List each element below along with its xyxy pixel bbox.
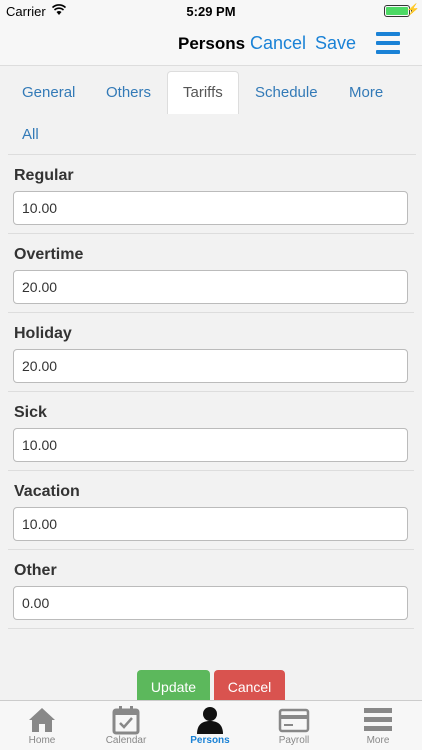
page-title: Persons xyxy=(178,34,246,53)
update-button[interactable]: Update xyxy=(137,670,210,704)
home-icon xyxy=(29,708,55,732)
tabbar-more[interactable]: More xyxy=(336,705,420,746)
other-label: Other xyxy=(14,562,57,579)
tabbar-payroll-label: Payroll xyxy=(278,735,310,746)
tabbar-calendar-label: Calendar xyxy=(105,735,147,746)
navigation-bar: Persons Cancel Save xyxy=(0,22,422,66)
cancel-nav-button[interactable]: Cancel xyxy=(250,33,306,54)
tabbar-more-label: More xyxy=(366,735,390,746)
vacation-label: Vacation xyxy=(14,483,80,500)
credit-card-icon xyxy=(278,708,310,733)
holiday-label: Holiday xyxy=(14,325,72,342)
clock: 5:29 PM xyxy=(186,4,236,19)
field-regular: Regular xyxy=(8,155,414,234)
sick-input[interactable] xyxy=(13,428,408,462)
tab-all[interactable]: All xyxy=(22,126,39,143)
person-icon xyxy=(197,707,223,734)
tariffs-form: Regular Overtime Holiday Sick Vacation O… xyxy=(0,155,422,629)
tabbar-home-label: Home xyxy=(28,735,56,746)
sick-label: Sick xyxy=(14,404,47,421)
cancel-button[interactable]: Cancel xyxy=(214,670,285,704)
status-bar: Carrier 5:29 PM ⚡ xyxy=(0,0,422,22)
holiday-input[interactable] xyxy=(13,349,408,383)
tabbar-payroll[interactable]: Payroll xyxy=(252,705,336,746)
tabbar-calendar[interactable]: Calendar xyxy=(84,705,168,746)
tab-more[interactable]: More xyxy=(349,84,383,101)
overtime-input[interactable] xyxy=(13,270,408,304)
field-overtime: Overtime xyxy=(8,234,414,313)
tabbar-persons[interactable]: Persons xyxy=(168,705,252,746)
calendar-icon xyxy=(112,706,140,735)
field-vacation: Vacation xyxy=(8,471,414,550)
tab-schedule[interactable]: Schedule xyxy=(255,84,318,101)
hamburger-menu-icon[interactable] xyxy=(376,32,400,54)
tab-tariffs[interactable]: Tariffs xyxy=(167,71,239,114)
other-input[interactable] xyxy=(13,586,408,620)
regular-input[interactable] xyxy=(13,191,408,225)
regular-label: Regular xyxy=(14,167,74,184)
menu-icon xyxy=(364,708,392,731)
tabbar-home[interactable]: Home xyxy=(0,705,84,746)
tab-strip: General Others Tariffs Schedule More All xyxy=(0,66,422,156)
field-sick: Sick xyxy=(8,392,414,471)
charging-icon: ⚡ xyxy=(406,4,420,16)
bottom-tab-bar: Home Calendar Persons Payroll More xyxy=(0,700,422,750)
field-holiday: Holiday xyxy=(8,313,414,392)
tab-others[interactable]: Others xyxy=(106,84,151,101)
tab-general[interactable]: General xyxy=(22,84,75,101)
overtime-label: Overtime xyxy=(14,246,84,263)
tabbar-persons-label: Persons xyxy=(190,735,230,746)
field-other: Other xyxy=(8,550,414,629)
vacation-input[interactable] xyxy=(13,507,408,541)
save-nav-button[interactable]: Save xyxy=(315,33,356,54)
